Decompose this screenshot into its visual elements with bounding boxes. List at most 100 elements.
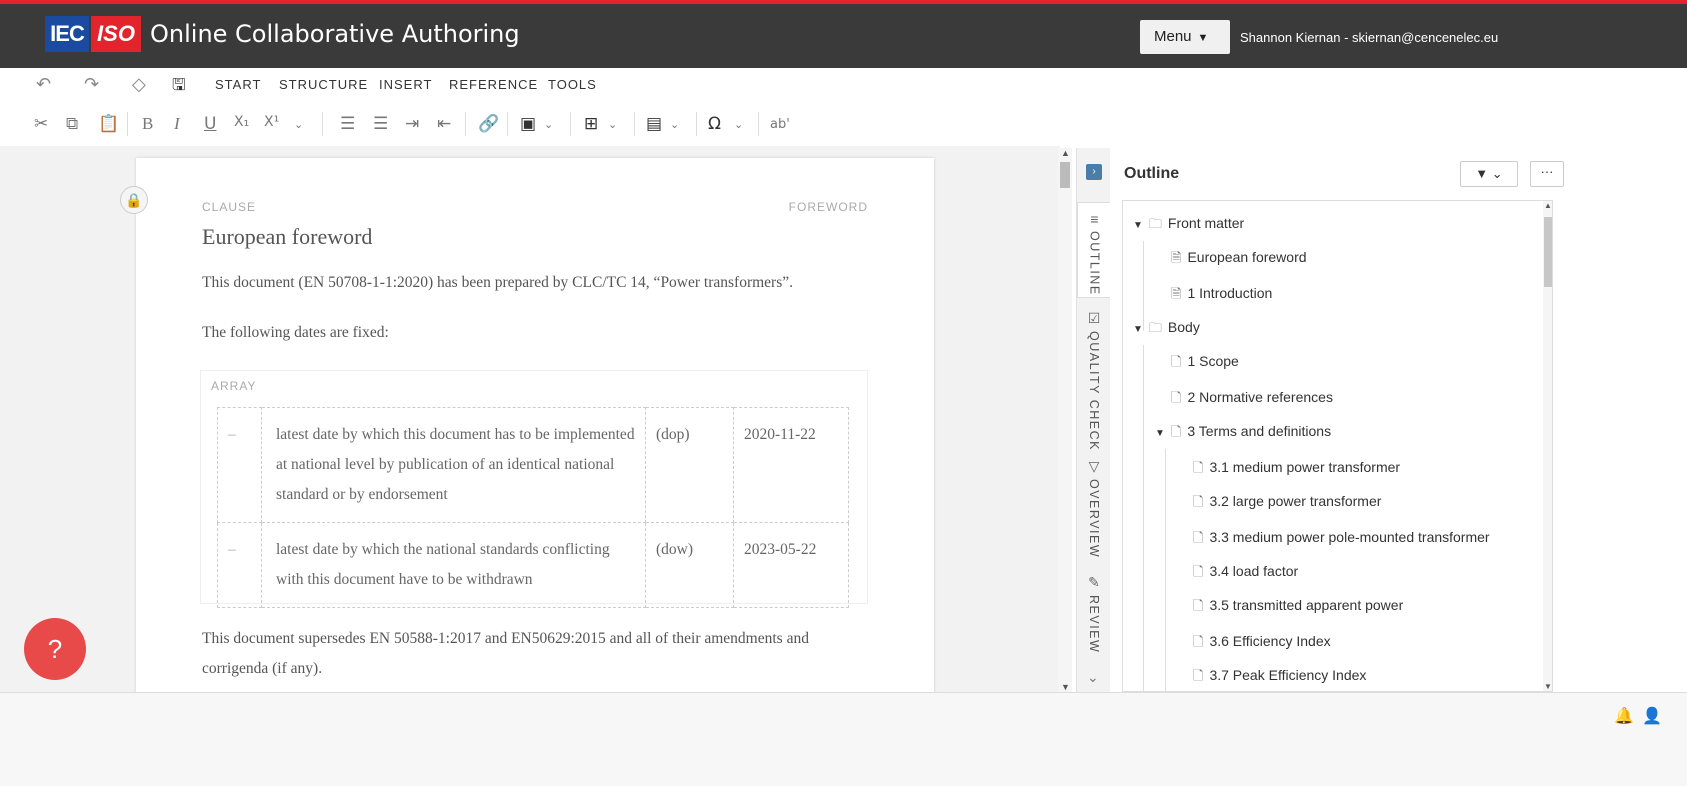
chevron-down-icon[interactable]: ⌄: [670, 118, 679, 131]
tab-start[interactable]: START: [215, 77, 261, 92]
numbered-list-icon[interactable]: ☰: [373, 114, 388, 134]
tree-item-term[interactable]: 🗋 3.7 Peak Efficiency Index: [1193, 667, 1366, 689]
scroll-up-icon[interactable]: ▲: [1061, 148, 1070, 158]
link-icon[interactable]: 🔗: [478, 114, 499, 134]
special-character-icon[interactable]: Ω: [708, 114, 721, 134]
caret-down-icon[interactable]: ▼: [1155, 428, 1165, 439]
chevron-down-icon[interactable]: ⌄: [608, 118, 617, 131]
tab-outline[interactable]: ≡ OUTLINE: [1077, 202, 1111, 298]
array-label: ARRAY: [211, 379, 257, 393]
caret-down-icon[interactable]: ▼: [1133, 220, 1143, 231]
image-icon[interactable]: ▣: [520, 114, 536, 134]
app-title: Online Collaborative Authoring: [150, 20, 520, 48]
tree-item-body[interactable]: ▼ 🗀 Body: [1133, 319, 1200, 341]
bold-icon[interactable]: B: [142, 114, 153, 134]
tree-item-term[interactable]: 🗋 3.2 large power transformer: [1193, 493, 1381, 515]
chevron-down-icon[interactable]: ⌄: [544, 118, 553, 131]
scrollbar-thumb[interactable]: [1544, 217, 1552, 287]
tree-item-terms-and-definitions[interactable]: ▼ 🗋 3 Terms and definitions: [1155, 423, 1331, 445]
paragraph[interactable]: The following dates are fixed:: [202, 318, 389, 348]
indent-icon[interactable]: ⇥: [405, 114, 419, 134]
eraser-icon[interactable]: ◇: [132, 74, 146, 95]
document-page[interactable]: CLAUSE FOREWORD European foreword This d…: [136, 158, 934, 692]
date-description[interactable]: latest date by which this document has t…: [261, 407, 646, 523]
tree-item-introduction[interactable]: 🗎 1 Introduction: [1171, 285, 1272, 307]
document-scrollbar[interactable]: ▲ ▼: [1058, 148, 1072, 692]
folder-icon: 🗀: [1148, 216, 1162, 231]
outline-scrollbar[interactable]: ▲ ▼: [1543, 201, 1552, 691]
document-canvas: CLAUSE FOREWORD European foreword This d…: [0, 146, 1060, 692]
tab-overview[interactable]: ▽ OVERVIEW: [1077, 452, 1111, 560]
paragraph-line: corrigenda (if any).: [202, 660, 323, 677]
subscript-icon[interactable]: X₁: [234, 114, 249, 130]
date-code[interactable]: (dow): [645, 522, 734, 608]
date-code[interactable]: (dop): [645, 407, 734, 523]
chevron-down-icon[interactable]: ⌄: [294, 118, 303, 131]
undo-icon[interactable]: ↶: [36, 74, 51, 95]
bullet-list-icon[interactable]: ☰: [340, 114, 355, 134]
superscript-icon[interactable]: X¹: [264, 114, 279, 130]
underline-icon[interactable]: U: [204, 114, 216, 134]
tree-item-term[interactable]: 🗋 3.5 transmitted apparent power: [1193, 597, 1403, 619]
collapse-panel-icon[interactable]: ›: [1086, 164, 1102, 180]
user-icon[interactable]: 👤: [1642, 706, 1662, 726]
tab-review[interactable]: ✎ REVIEW: [1077, 568, 1111, 660]
clause-heading[interactable]: European foreword: [202, 224, 372, 250]
scroll-up-icon[interactable]: ▲: [1544, 201, 1552, 210]
list-dash: –: [217, 522, 262, 608]
tree-item-normative-references[interactable]: 🗋 2 Normative references: [1171, 389, 1333, 411]
tab-insert[interactable]: INSERT: [379, 77, 432, 92]
quality-check-icon: ☑: [1087, 310, 1101, 326]
italic-icon[interactable]: I: [174, 114, 180, 134]
tree-item-scope[interactable]: 🗋 1 Scope: [1171, 353, 1239, 375]
cut-icon[interactable]: ✂: [34, 114, 48, 134]
bell-icon[interactable]: 🔔: [1614, 706, 1634, 726]
table-row[interactable]: – latest date by which this document has…: [217, 407, 849, 523]
spellcheck-icon[interactable]: ab': [770, 117, 790, 132]
tab-structure[interactable]: STRUCTURE: [279, 77, 368, 92]
tree-item-term[interactable]: 🗋 3.1 medium power transformer: [1193, 459, 1400, 481]
status-bar: [0, 692, 1687, 786]
scroll-down-icon[interactable]: ▼: [1544, 682, 1552, 691]
tree-item-european-foreword[interactable]: 🗎 European foreword: [1171, 249, 1307, 271]
form-icon[interactable]: ▤: [646, 114, 662, 134]
paragraph[interactable]: This document supersedes EN 50588-1:2017…: [202, 624, 809, 684]
tree-item-term[interactable]: 🗋 3.4 load factor: [1193, 563, 1298, 585]
tree-item-front-matter[interactable]: ▼ 🗀 Front matter: [1133, 215, 1244, 237]
chevron-down-icon[interactable]: ⌄: [1087, 669, 1099, 686]
filter-button[interactable]: ▼ ⌄: [1460, 161, 1518, 187]
tab-quality-check[interactable]: ☑ QUALITY CHECK: [1077, 304, 1111, 451]
tree-item-label: 3.3 medium power pole-mounted transforme…: [1209, 529, 1490, 545]
array-block[interactable]: ARRAY – latest date by which this docume…: [200, 370, 868, 608]
caret-down-icon[interactable]: ▼: [1133, 324, 1143, 335]
tree-guide: [1143, 345, 1144, 691]
save-icon[interactable]: 🖫: [172, 74, 186, 101]
more-options-button[interactable]: ···: [1530, 161, 1564, 187]
redo-icon[interactable]: ↷: [84, 74, 99, 95]
tree-item-label: 2 Normative references: [1187, 389, 1333, 405]
paste-icon[interactable]: 📋: [98, 114, 119, 134]
scroll-down-icon[interactable]: ▼: [1061, 682, 1070, 692]
menu-button[interactable]: Menu ▼: [1140, 20, 1230, 54]
outdent-icon[interactable]: ⇤: [437, 114, 451, 134]
chevron-down-icon[interactable]: ⌄: [734, 118, 743, 131]
tab-tools[interactable]: TOOLS: [548, 77, 597, 92]
scrollbar-thumb[interactable]: [1060, 162, 1070, 188]
user-info[interactable]: Shannon Kiernan - skiernan@cencenelec.eu: [1240, 30, 1498, 45]
date-value[interactable]: 2023-05-22: [733, 522, 849, 608]
iec-logo: IEC: [45, 16, 89, 52]
page-icon: 🗋: [1171, 390, 1182, 405]
date-description[interactable]: latest date by which the national standa…: [261, 522, 646, 608]
tree-item-term[interactable]: 🗋 3.6 Efficiency Index: [1193, 633, 1331, 655]
table-row[interactable]: – latest date by which the national stan…: [217, 522, 849, 608]
toolbar-divider: [758, 112, 759, 136]
tab-reference[interactable]: REFERENCE: [449, 77, 538, 92]
help-button[interactable]: ?: [24, 618, 86, 680]
tree-item-term[interactable]: 🗋 3.3 medium power pole-mounted transform…: [1193, 529, 1490, 551]
page-icon: 🗋: [1170, 424, 1182, 439]
paragraph[interactable]: This document (EN 50708-1-1:2020) has be…: [202, 268, 793, 298]
copy-icon[interactable]: ⧉: [66, 114, 78, 134]
lock-icon[interactable]: 🔒: [120, 186, 148, 214]
date-value[interactable]: 2020-11-22: [733, 407, 849, 523]
table-icon[interactable]: ⊞: [584, 114, 598, 134]
